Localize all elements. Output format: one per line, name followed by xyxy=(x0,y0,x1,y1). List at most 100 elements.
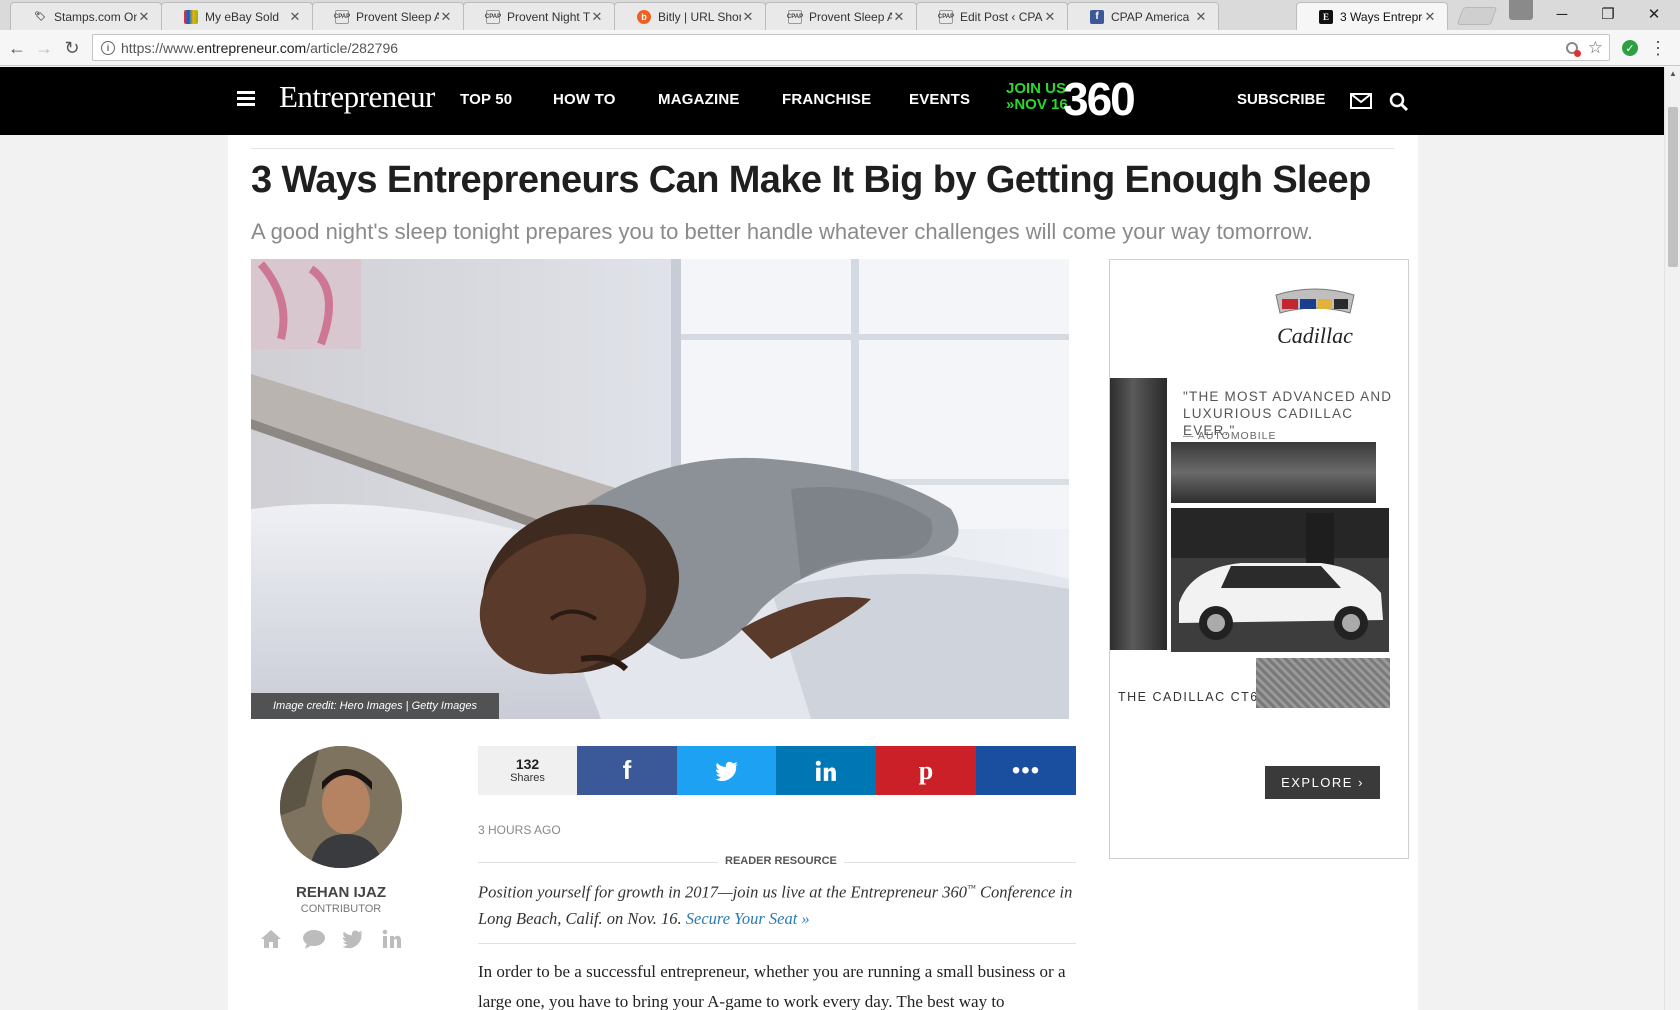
site-logo[interactable]: Entrepreneur xyxy=(279,79,435,115)
join-us-promo[interactable]: JOIN US »NOV 16 xyxy=(1006,81,1068,113)
city-street-photo xyxy=(1171,442,1376,503)
share-twitter-button[interactable] xyxy=(677,746,777,795)
back-icon[interactable]: ← xyxy=(5,36,29,60)
forward-icon[interactable]: → xyxy=(32,36,56,60)
twitter-icon[interactable] xyxy=(342,929,364,949)
url-path: /article/282796 xyxy=(306,39,399,56)
bookmark-star-icon[interactable]: ☆ xyxy=(1588,38,1603,58)
close-tab-icon[interactable]: ✕ xyxy=(288,9,302,25)
tab-title: Provent Sleep Apn xyxy=(809,9,892,24)
ad-model-name: THE CADILLAC CT6 xyxy=(1118,690,1259,704)
cookie-blocked-icon[interactable] xyxy=(1565,41,1581,57)
extension-check-icon[interactable]: ✓ xyxy=(1618,36,1642,60)
reader-resource-text-part1: Position yourself for growth in 2017—joi… xyxy=(478,882,968,902)
building-photo xyxy=(1110,378,1167,650)
tab-title: 3 Ways Entreprene xyxy=(1340,9,1423,24)
explore-button[interactable]: EXPLORE › xyxy=(1265,766,1380,799)
page-viewport: Entrepreneur TOP 50 HOW TO MAGAZINE FRAN… xyxy=(0,67,1664,1010)
article-subtitle: A good night's sleep tonight prepares yo… xyxy=(251,219,1314,244)
browser-tab[interactable]: CPAP Provent Sleep Apn ✕ xyxy=(312,2,464,30)
trademark-sign: ™ xyxy=(967,883,976,893)
share-more-button[interactable]: ••• xyxy=(976,746,1076,795)
reader-resource-divider-bottom xyxy=(478,943,1076,944)
tab-title: CPAP America xyxy=(1111,9,1190,24)
browser-tab[interactable]: b Bitly | URL Shorten ✕ xyxy=(614,2,766,30)
browser-tab[interactable]: CPAP Provent Sleep Apn ✕ xyxy=(765,2,917,30)
cadillac-crest-logo: Cadillac xyxy=(1275,288,1355,348)
author-avatar[interactable] xyxy=(280,746,402,868)
facebook-icon: f xyxy=(1090,9,1104,24)
browser-tab-active[interactable]: E 3 Ways Entreprene ✕ xyxy=(1296,2,1448,30)
twitter-icon xyxy=(715,761,738,781)
cpap-icon: CPAP xyxy=(787,9,803,24)
hamburger-menu-icon[interactable] xyxy=(237,91,255,107)
browser-tab[interactable]: CPAP Provent Night Trea ✕ xyxy=(463,2,615,30)
reload-icon[interactable]: ↻ xyxy=(60,36,84,60)
close-tab-icon[interactable]: ✕ xyxy=(1423,9,1437,25)
browser-tab[interactable]: My eBay Sold ✕ xyxy=(161,2,313,30)
article-timestamp: 3 HOURS AGO xyxy=(478,823,561,837)
secure-your-seat-link[interactable]: Secure Your Seat » xyxy=(686,909,810,928)
search-icon[interactable] xyxy=(1389,92,1409,112)
share-pinterest-button[interactable]: p xyxy=(876,746,976,795)
nav-franchise[interactable]: FRANCHISE xyxy=(782,91,871,108)
tab-title: Edit Post ‹ CPAP Ar xyxy=(960,9,1043,24)
browser-tab-strip: 🏷 Stamps.com Online ✕ My eBay Sold ✕ CPA… xyxy=(0,0,1680,30)
comment-icon[interactable] xyxy=(302,929,326,949)
article-hero-image: Image credit: Hero Images | Getty Images xyxy=(251,259,1069,719)
ad-quote-source: — AUTOMOBILE xyxy=(1183,430,1277,442)
facebook-icon: f xyxy=(622,755,632,785)
close-tab-icon[interactable]: ✕ xyxy=(137,9,151,25)
author-name[interactable]: REHAN IJAZ xyxy=(251,884,431,901)
mail-icon[interactable] xyxy=(1350,93,1372,109)
close-tab-icon[interactable]: ✕ xyxy=(439,9,453,25)
new-tab-button[interactable] xyxy=(1456,7,1498,25)
info-icon[interactable]: i xyxy=(101,40,115,55)
join-us-line1: JOIN US xyxy=(1006,80,1067,97)
browser-tab[interactable]: 🏷 Stamps.com Online ✕ xyxy=(10,2,162,30)
profile-icon[interactable] xyxy=(1509,0,1533,20)
close-window-icon[interactable]: ✕ xyxy=(1632,2,1676,26)
cpap-icon: CPAP xyxy=(334,9,350,24)
browser-tab[interactable]: CPAP Edit Post ‹ CPAP Ar ✕ xyxy=(916,2,1068,30)
url-host: entrepreneur.com xyxy=(196,39,307,56)
author-role: CONTRIBUTOR xyxy=(300,903,382,915)
close-tab-icon[interactable]: ✕ xyxy=(892,9,906,25)
tab-title: Provent Sleep Apn xyxy=(356,9,439,24)
nav-magazine[interactable]: MAGAZINE xyxy=(658,91,740,108)
subscribe-link[interactable]: SUBSCRIBE xyxy=(1237,91,1325,108)
share-linkedin-button[interactable] xyxy=(776,746,876,795)
home-icon[interactable] xyxy=(260,929,282,949)
reader-resource-text: Position yourself for growth in 2017—joi… xyxy=(478,875,1078,932)
nav-top-50[interactable]: TOP 50 xyxy=(460,91,512,108)
cadillac-wordmark: Cadillac xyxy=(1277,323,1353,348)
close-tab-icon[interactable]: ✕ xyxy=(741,9,755,25)
browser-tab[interactable]: f CPAP America ✕ xyxy=(1067,2,1219,30)
tab-title: Bitly | URL Shorten xyxy=(658,9,741,24)
close-tab-icon[interactable]: ✕ xyxy=(1043,9,1057,25)
url-prefix: https://www. xyxy=(121,39,197,56)
cadillac-ad[interactable]: Cadillac "THE MOST ADVANCED AND LUXURIOU… xyxy=(1109,259,1409,859)
nav-how-to[interactable]: HOW TO xyxy=(553,91,616,108)
share-count-label: Shares xyxy=(510,772,545,784)
minimize-icon[interactable]: ─ xyxy=(1540,2,1584,26)
close-tab-icon[interactable]: ✕ xyxy=(590,9,604,25)
scrollbar-thumb[interactable] xyxy=(1668,107,1678,267)
nav-events[interactable]: EVENTS xyxy=(909,91,970,108)
cpap-icon: CPAP xyxy=(485,9,501,24)
tab-title: Provent Night Trea xyxy=(507,9,590,24)
browser-menu-icon[interactable]: ⋮ xyxy=(1646,36,1670,60)
entrepreneur-icon: E xyxy=(1319,9,1333,24)
address-bar[interactable]: i https://www. entrepreneur.com/article/2… xyxy=(92,34,1610,61)
sleeping-man-photo xyxy=(251,259,1069,719)
event-360-logo[interactable]: 360 xyxy=(1063,75,1136,123)
stamps-icon: 🏷 xyxy=(34,11,46,21)
linkedin-icon[interactable] xyxy=(382,929,402,949)
restore-icon[interactable]: ❐ xyxy=(1586,2,1630,26)
cobblestone-photo xyxy=(1256,658,1390,708)
share-facebook-button[interactable]: f xyxy=(577,746,677,795)
share-count: 132 Shares xyxy=(478,746,577,795)
close-tab-icon[interactable]: ✕ xyxy=(1194,9,1208,25)
page-scrollbar[interactable]: ▲ xyxy=(1664,67,1680,1010)
image-credit: Image credit: Hero Images | Getty Images xyxy=(251,693,499,719)
